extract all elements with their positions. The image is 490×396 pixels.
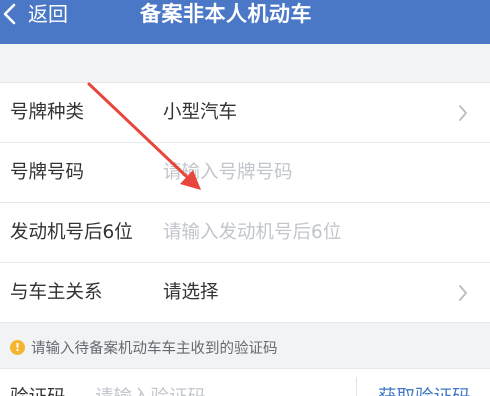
engine-number-label: 发动机号后6位 [10, 222, 133, 243]
hint-text: 请输入待备案机动车车主收到的验证码 [31, 340, 278, 357]
plate-type-value: 小型汽车 [163, 102, 238, 123]
back-label: 返回 [28, 2, 68, 26]
chevron-right-icon [459, 285, 467, 301]
plate-number-label: 号牌号码 [10, 162, 85, 183]
plate-type-row[interactable]: 号牌种类 小型汽车 [0, 83, 490, 143]
divider [356, 377, 357, 396]
engine-number-input[interactable]: 请输入发动机号后6位 [163, 203, 341, 263]
plate-number-input[interactable]: 请输入号牌号码 [163, 143, 293, 203]
plate-type-label: 号牌种类 [10, 102, 85, 123]
engine-number-row: 发动机号后6位 请输入发动机号后6位 [0, 203, 490, 263]
back-button[interactable]: 返回 [0, 0, 90, 28]
page-title: 备案非本人机动车 [140, 2, 312, 26]
verification-code-label: 验证码 [10, 383, 66, 396]
vehicle-form: 号牌种类 小型汽车 号牌号码 请输入号牌号码 发动机号后6位 请输入发动机号后6… [0, 82, 490, 323]
chevron-right-icon [459, 105, 467, 121]
owner-relation-label: 与车主关系 [10, 282, 103, 303]
nav-bar: 返回 备案非本人机动车 [0, 0, 490, 44]
verification-hint: ! 请输入待备案机动车车主收到的验证码 [0, 327, 490, 367]
warning-icon: ! [10, 339, 25, 355]
get-code-button[interactable]: 获取验证码 [378, 383, 471, 396]
owner-relation-row[interactable]: 与车主关系 请选择 [0, 263, 490, 323]
owner-relation-value: 请选择 [163, 282, 219, 303]
chevron-left-icon [3, 3, 16, 25]
verification-code-input[interactable]: 请输入验证码 [95, 383, 206, 396]
verification-code-row: 验证码 请输入验证码 获取验证码 [0, 368, 490, 396]
plate-number-row: 号牌号码 请输入号牌号码 [0, 143, 490, 203]
